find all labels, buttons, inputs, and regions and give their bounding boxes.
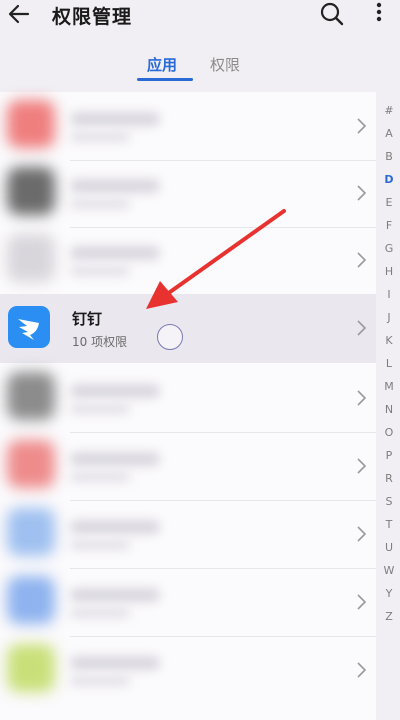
index-letter[interactable]: O [378,426,400,439]
app-subtitle-blurred [70,540,130,550]
app-name-blurred [70,179,160,193]
index-letter[interactable]: F [378,219,400,232]
search-icon[interactable] [318,0,346,28]
dingtalk-logo-icon [8,306,50,348]
active-tab-indicator [137,78,193,81]
index-letter[interactable]: P [378,449,400,462]
app-permission-count: 10 项权限 [72,335,128,349]
index-letter-active[interactable]: D [378,173,400,186]
tab-permissions[interactable]: 权限 [210,54,240,75]
chevron-right-icon [357,458,367,474]
index-letter[interactable]: Y [378,587,400,600]
app-icon-blurred [7,100,55,148]
list-item[interactable] [0,92,376,161]
app-name-blurred [70,656,160,670]
more-vertical-icon[interactable] [369,0,389,28]
index-letter[interactable]: N [378,403,400,416]
app-subtitle-blurred [70,266,130,276]
index-letter[interactable]: Z [378,610,400,623]
list-item[interactable] [0,432,376,501]
app-name-blurred [70,452,160,466]
app-icon-blurred [7,234,55,282]
chevron-right-icon [357,390,367,406]
chevron-right-icon [357,118,367,134]
index-letter[interactable]: G [378,242,400,255]
index-letter[interactable]: A [378,127,400,140]
index-letter[interactable]: U [378,541,400,554]
app-name-blurred [70,588,160,602]
chevron-right-icon [357,252,367,268]
index-letter[interactable]: H [378,265,400,278]
index-letter[interactable]: L [378,357,400,370]
list-item[interactable] [0,568,376,637]
list-item[interactable] [0,636,376,705]
app-bar: 权限管理 [0,0,400,34]
index-letter[interactable]: R [378,472,400,485]
app-name-blurred [70,384,160,398]
app-name-blurred [70,112,160,126]
chevron-right-icon [357,185,367,201]
app-subtitle-blurred [70,472,130,482]
app-icon-blurred [7,644,55,692]
index-letter[interactable]: M [378,380,400,393]
app-subtitle-blurred [70,132,130,142]
app-subtitle-blurred [70,199,130,209]
alphabet-index[interactable]: # A B D E F G H I J K L M N O P R S T U … [378,104,400,720]
page-title: 权限管理 [52,6,133,28]
app-icon-blurred [7,440,55,488]
index-letter[interactable]: B [378,150,400,163]
list-item[interactable] [0,500,376,569]
index-letter[interactable]: T [378,518,400,531]
app-subtitle-blurred [70,608,130,618]
index-letter[interactable]: K [378,334,400,347]
chevron-right-icon [357,526,367,542]
index-letter[interactable]: W [378,564,400,577]
tab-apps[interactable]: 应用 [147,54,177,75]
index-letter[interactable]: I [378,288,400,301]
touch-indicator [157,324,183,350]
index-letter[interactable]: E [378,196,400,209]
app-name: 钉钉 [72,310,103,328]
app-icon-blurred [7,372,55,420]
index-letter[interactable]: S [378,495,400,508]
index-letter[interactable]: # [378,104,400,117]
chevron-right-icon [357,594,367,610]
app-name-blurred [70,520,160,534]
arrow-left-icon[interactable] [4,0,34,28]
tab-bar: 应用 权限 [0,48,400,82]
app-icon-blurred [7,576,55,624]
list-item[interactable] [0,159,376,228]
chevron-right-icon [357,662,367,678]
list-item[interactable] [0,364,376,433]
chevron-right-icon [357,320,367,336]
app-subtitle-blurred [70,404,130,414]
list-item-dingtalk[interactable]: 钉钉 10 项权限 [0,294,376,363]
app-icon-blurred [7,508,55,556]
app-name-blurred [70,246,160,260]
list-item[interactable] [0,226,376,295]
app-icon-blurred [7,167,55,215]
index-letter[interactable]: J [378,311,400,324]
app-list: 钉钉 10 项权限 [0,92,376,720]
app-subtitle-blurred [70,676,130,686]
